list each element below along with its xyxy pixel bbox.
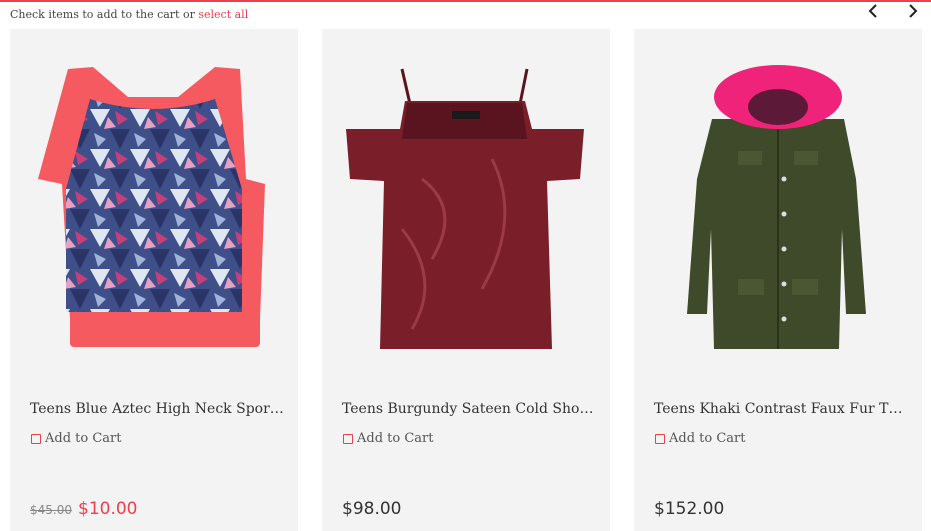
select-all-link[interactable]: select all [198, 8, 248, 21]
add-to-cart-checkbox[interactable]: Add to Cart [655, 431, 745, 446]
sale-price: $10.00 [78, 499, 138, 519]
checkbox-icon[interactable] [655, 433, 665, 444]
price-row: $45.00 $10.00 [30, 499, 137, 519]
add-to-cart-label: Add to Cart [45, 431, 122, 446]
product-image-khaki-parka[interactable] [634, 29, 922, 369]
add-to-cart-label: Add to Cart [669, 431, 746, 446]
add-to-cart-checkbox[interactable]: Add to Cart [343, 431, 433, 446]
add-to-cart-label: Add to Cart [357, 431, 434, 446]
carousel-next-button[interactable] [902, 1, 924, 21]
original-price: $45.00 [30, 503, 72, 517]
checkbox-icon[interactable] [343, 433, 353, 444]
hint-text: Check items to add to the cart or [10, 8, 199, 21]
carousel-prev-button[interactable] [862, 1, 884, 21]
price-row: $98.00 [342, 499, 401, 519]
price-row: $152.00 [654, 499, 724, 519]
product-card[interactable]: Teens Blue Aztec High Neck Sports.. Add … [10, 29, 298, 531]
top-border [0, 0, 931, 2]
product-title[interactable]: Teens Blue Aztec High Neck Sports.. [30, 401, 285, 417]
price: $152.00 [654, 499, 725, 519]
price: $98.00 [342, 499, 402, 519]
checkbox-icon[interactable] [31, 433, 41, 444]
product-title[interactable]: Teens Khaki Contrast Faux Fur Tri... [654, 401, 909, 417]
product-image-burgundy-top[interactable] [322, 29, 610, 369]
chevron-right-icon [909, 4, 918, 18]
add-to-cart-checkbox[interactable]: Add to Cart [31, 431, 121, 446]
product-card[interactable]: Teens Burgundy Sateen Cold Shoul... Add … [322, 29, 610, 531]
product-title[interactable]: Teens Burgundy Sateen Cold Shoul... [342, 401, 597, 417]
select-hint: Check items to add to the cart or select… [10, 8, 248, 21]
chevron-left-icon [868, 4, 877, 18]
product-image-sports-top[interactable] [10, 29, 298, 369]
product-card[interactable]: Teens Khaki Contrast Faux Fur Tri... Add… [634, 29, 922, 531]
